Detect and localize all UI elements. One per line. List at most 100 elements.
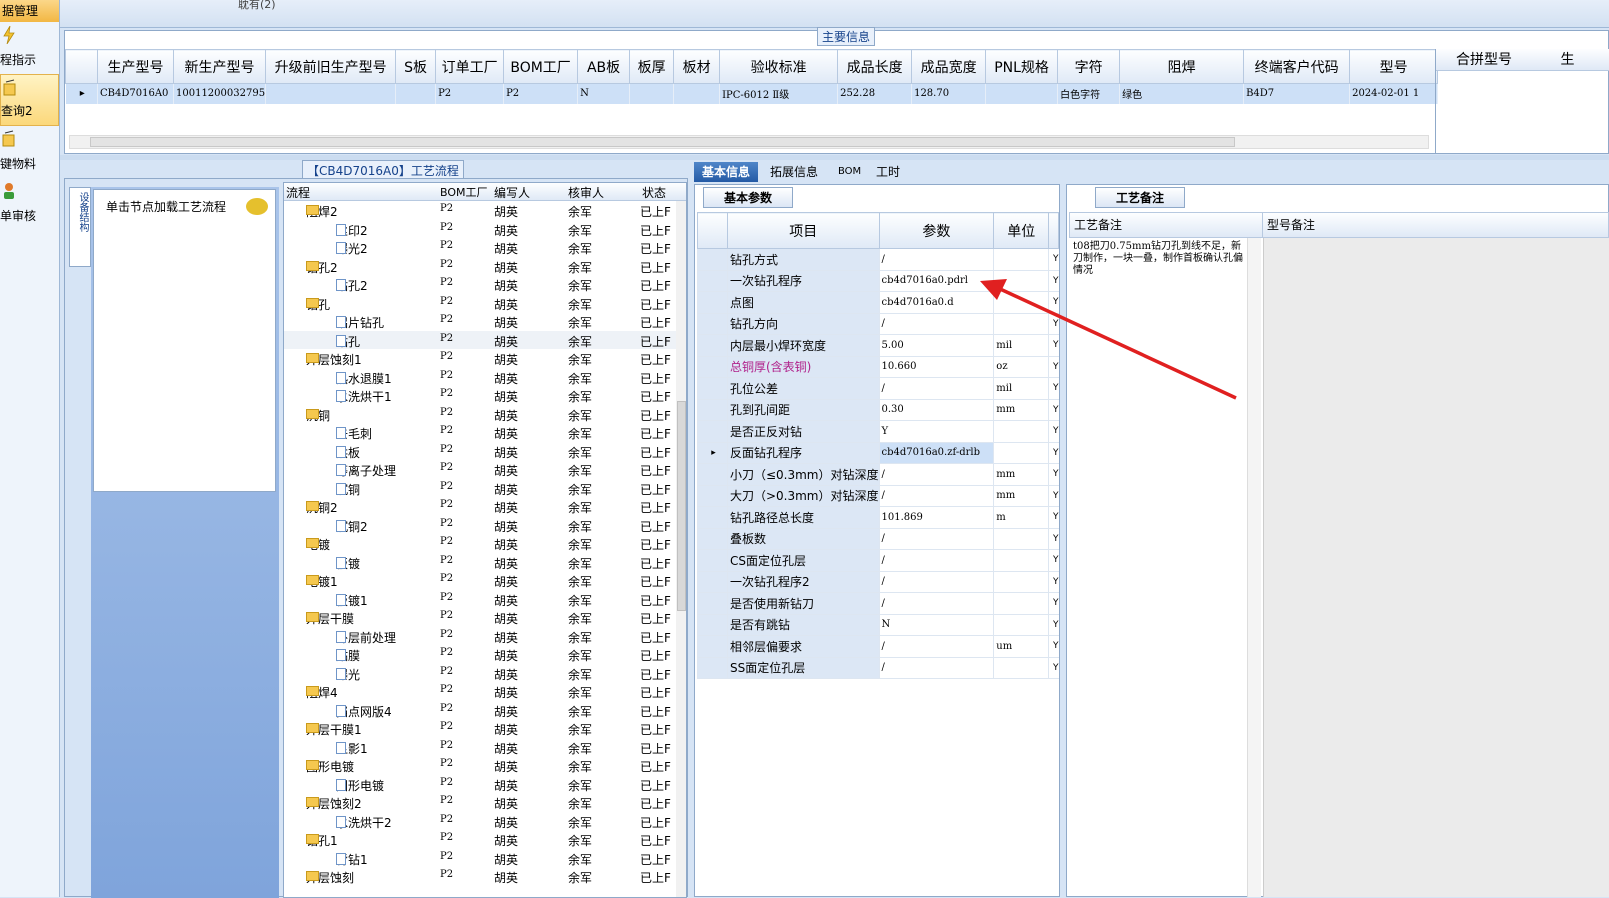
tree-row[interactable]: 挡点网版4 P2 胡英 余军 已上F <box>284 701 686 720</box>
param-unit[interactable]: um <box>993 635 1050 658</box>
tree-row[interactable]: −外层干膜 P2 胡英 余军 已上F <box>284 608 686 627</box>
tree-row[interactable]: 热水退膜1 P2 胡英 余军 已上F <box>284 368 686 387</box>
param-value[interactable]: / <box>878 570 995 593</box>
tree-row[interactable]: 烘板 P2 胡英 余军 已上F <box>284 442 686 461</box>
param-unit[interactable] <box>993 420 1050 443</box>
cell[interactable] <box>985 83 1059 104</box>
row-indicator[interactable] <box>697 248 728 271</box>
param-row[interactable]: 是否使用新钻刀 / Y <box>697 592 1059 615</box>
tree-row[interactable]: 贴膜 P2 胡英 余军 已上F <box>284 645 686 664</box>
param-unit[interactable] <box>993 269 1050 292</box>
param-row[interactable]: 点图 cb4d7016a0.d Y <box>697 291 1059 314</box>
param-value[interactable]: / <box>878 549 995 572</box>
col-header[interactable]: 生产型号 <box>97 49 174 84</box>
param-unit[interactable] <box>993 527 1050 550</box>
col-writer[interactable]: 编写人 <box>494 184 530 201</box>
param-unit[interactable]: mil <box>993 377 1050 400</box>
param-value[interactable]: / <box>878 312 995 335</box>
tree-row[interactable]: −钻孔 P2 胡英 余军 已上F <box>284 294 686 313</box>
param-row[interactable]: 钻孔路径总长度 101.869 m Y <box>697 506 1059 529</box>
col-header[interactable]: 升级前旧生产型号 <box>265 49 397 84</box>
param-value[interactable]: cb4d7016a0.zf-drlb <box>878 441 995 464</box>
cell[interactable]: 2024-02-01 1 <box>1349 83 1439 104</box>
param-unit[interactable] <box>993 312 1050 335</box>
tree-row[interactable]: 曝光2 P2 胡英 余军 已上F <box>284 238 686 257</box>
tree-row[interactable]: 钻孔2 P2 胡英 余军 已上F <box>284 275 686 294</box>
tree-row[interactable]: 板镀1 P2 胡英 余军 已上F <box>284 590 686 609</box>
tree-row[interactable]: 背钻1 P2 胡英 余军 已上F <box>284 849 686 868</box>
row-indicator[interactable] <box>697 334 728 357</box>
param-unit[interactable] <box>993 291 1050 314</box>
row-indicator[interactable] <box>697 570 728 593</box>
tree-scrollbar[interactable] <box>676 201 686 897</box>
col-header[interactable]: 板厚 <box>629 49 675 84</box>
col-bom-factory[interactable]: BOM工厂 <box>440 184 488 200</box>
row-indicator[interactable] <box>697 377 728 400</box>
tab-basic-info[interactable]: 基本信息 <box>694 162 759 182</box>
param-unit[interactable]: mm <box>993 463 1050 486</box>
grid-corner[interactable] <box>65 49 98 84</box>
tree-row[interactable]: −外层蚀刻1 P2 胡英 余军 已上F <box>284 349 686 368</box>
nav-item-key-material[interactable]: 键物料 <box>0 126 59 178</box>
cell[interactable]: B4D7 <box>1243 83 1351 104</box>
param-value[interactable]: cb4d7016a0.pdrl <box>878 269 995 292</box>
param-unit[interactable]: mil <box>993 334 1050 357</box>
tree-row[interactable]: 铝片钻孔 P2 胡英 余军 已上F <box>284 312 686 331</box>
nav-item-process-instruction[interactable]: 程指示 <box>0 22 59 74</box>
cell[interactable] <box>395 83 437 104</box>
cell[interactable]: 252.28 <box>837 83 913 104</box>
tree-row[interactable]: −图形电镀 P2 胡英 余军 已上F <box>284 756 686 775</box>
params-grid-corner[interactable] <box>697 212 728 249</box>
row-indicator[interactable] <box>697 613 728 636</box>
scrollbar-thumb[interactable] <box>90 137 1235 147</box>
tree-row[interactable]: −沉铜2 P2 胡英 余军 已上F <box>284 497 686 516</box>
param-row[interactable]: 大刀（>0.3mm）对钻深度 / mm Y <box>697 484 1059 507</box>
cell[interactable]: 10011200032795 <box>173 83 267 104</box>
param-value[interactable]: / <box>878 635 995 658</box>
param-value[interactable]: 10.660 <box>878 355 995 378</box>
param-unit[interactable] <box>993 248 1050 271</box>
tree-row[interactable]: 沉铜 P2 胡英 余军 已上F <box>284 479 686 498</box>
row-indicator[interactable] <box>697 592 728 615</box>
param-row[interactable]: 总铜厚(含表铜) 10.660 oz Y <box>697 355 1059 378</box>
row-indicator[interactable] <box>697 355 728 378</box>
param-unit[interactable]: mm <box>993 398 1050 421</box>
cell[interactable]: P2 <box>435 83 505 104</box>
param-row[interactable]: CS面定位孔层 / Y <box>697 549 1059 572</box>
param-value[interactable]: / <box>878 656 995 679</box>
tab-extended-info[interactable]: 拓展信息 <box>762 162 826 182</box>
col-header[interactable]: 成品宽度 <box>911 49 987 84</box>
param-unit[interactable]: m <box>993 506 1050 529</box>
col-status[interactable]: 状态 <box>642 184 666 201</box>
param-row[interactable]: 是否正反对钻 Y Y <box>697 420 1059 443</box>
param-row[interactable]: 一次钻孔程序 cb4d7016a0.pdrl Y <box>697 269 1059 292</box>
tree-row[interactable]: 去毛刺 P2 胡英 余军 已上F <box>284 423 686 442</box>
row-indicator[interactable] <box>697 312 728 335</box>
tree-row[interactable]: −外层干膜1 P2 胡英 余军 已上F <box>284 719 686 738</box>
param-row[interactable]: 孔到孔间距 0.30 mm Y <box>697 398 1059 421</box>
row-indicator[interactable] <box>697 463 728 486</box>
col-header[interactable]: 验收标准 <box>719 49 839 84</box>
param-value[interactable]: / <box>878 527 995 550</box>
param-unit[interactable] <box>993 592 1050 615</box>
param-value[interactable]: / <box>878 463 995 486</box>
param-row[interactable]: 叠板数 / Y <box>697 527 1059 550</box>
tree-row[interactable]: −外层蚀刻 P2 胡英 余军 已上F <box>284 867 686 886</box>
param-row[interactable]: 相邻层偏要求 / um Y <box>697 635 1059 658</box>
tree-row[interactable]: 图形电镀 P2 胡英 余军 已上F <box>284 775 686 794</box>
tree-row[interactable]: 丝印2 P2 胡英 余军 已上F <box>284 220 686 239</box>
tree-row[interactable]: −电镀 P2 胡英 余军 已上F <box>284 534 686 553</box>
row-indicator[interactable] <box>697 291 728 314</box>
col-header[interactable]: AB板 <box>577 49 631 84</box>
row-indicator[interactable] <box>697 527 728 550</box>
param-value[interactable]: cb4d7016a0.d <box>878 291 995 314</box>
param-value[interactable]: / <box>878 592 995 615</box>
cell[interactable]: IPC-6012 Ⅱ级 <box>719 83 839 104</box>
param-unit[interactable] <box>993 613 1050 636</box>
tree-row[interactable]: −钻孔2 P2 胡英 余军 已上F <box>284 257 686 276</box>
col-header[interactable]: 成品长度 <box>837 49 913 84</box>
cell[interactable]: 128.70 <box>911 83 987 104</box>
col-header[interactable]: BOM工厂 <box>503 49 579 84</box>
col-header[interactable]: 阻焊 <box>1119 49 1245 84</box>
col-process-note[interactable]: 工艺备注 <box>1069 212 1263 238</box>
